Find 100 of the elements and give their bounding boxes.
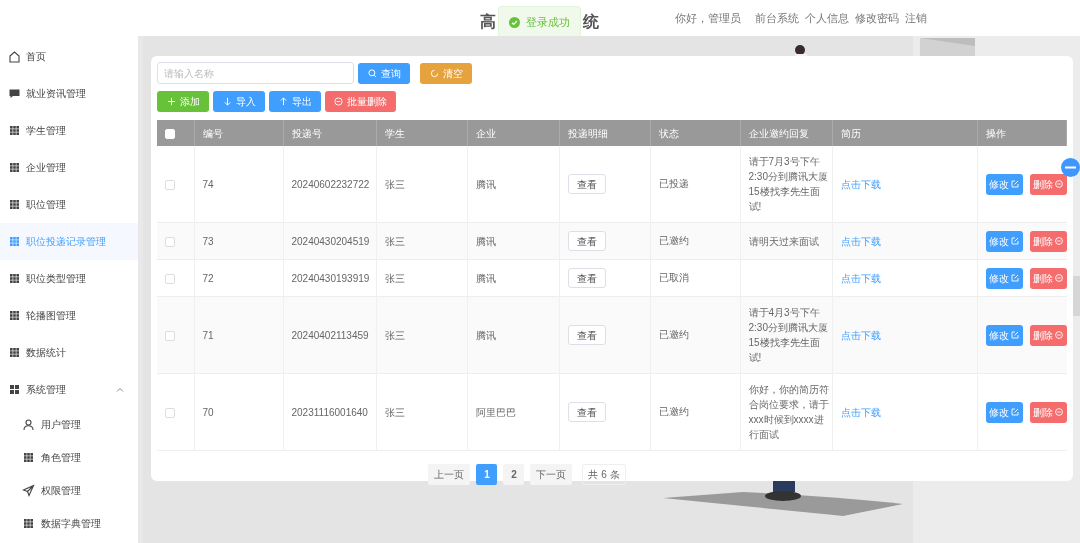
column-header: 状态 [658, 127, 679, 139]
checkbox[interactable] [165, 330, 175, 341]
page-button[interactable]: 2 [503, 464, 525, 485]
view-button[interactable]: 查看 [567, 231, 606, 251]
search-field[interactable]: 请输入名称 [157, 62, 354, 84]
nav-link[interactable]: 个人信息 [805, 10, 849, 27]
chat-icon [8, 87, 21, 100]
table-cell: 张三 [384, 272, 405, 284]
nav-link[interactable]: 前台系统 [755, 10, 799, 27]
search-button[interactable]: 查询 [358, 62, 410, 84]
reply-text: 已邀约 [658, 235, 689, 246]
next-page-button[interactable]: 下一页 [530, 464, 573, 485]
sidebar-item[interactable]: 职位管理 [0, 186, 138, 223]
checkbox[interactable] [165, 236, 175, 247]
minus-circle-icon [1055, 180, 1063, 188]
minus-circle-icon [1055, 331, 1063, 339]
edit-icon [1011, 180, 1019, 188]
total-count: 共 6 条 [582, 464, 626, 485]
reply-text: 已投递 [658, 178, 689, 189]
download-link[interactable]: 点击下载 [840, 272, 881, 284]
arrow-up-icon [278, 97, 288, 106]
checkbox[interactable] [165, 273, 175, 284]
nav-link[interactable]: 注销 [905, 10, 927, 27]
sidebar-subitem[interactable]: 用户管理 [0, 408, 138, 441]
grid-icon [8, 309, 21, 322]
view-button[interactable]: 查看 [567, 174, 606, 194]
table-cell: 请于7月3号下午2:30分到腾讯大厦15楼找李先生面试! [748, 156, 828, 212]
grid-icon [8, 124, 21, 137]
checkbox[interactable] [165, 407, 175, 418]
edit-button[interactable]: 修改 [985, 324, 1023, 346]
side-widget-icon[interactable] [1061, 158, 1080, 177]
view-button[interactable]: 查看 [567, 268, 606, 288]
app-title: 统 [583, 12, 599, 32]
download-link[interactable]: 点击下载 [840, 235, 881, 247]
sidebar-item[interactable]: 轮播图管理 [0, 297, 138, 334]
table-cell: 20240602232722 [291, 178, 370, 190]
batch-delete-button[interactable]: 批量删除 [325, 91, 396, 112]
checkbox[interactable] [165, 179, 175, 190]
sidebar-item[interactable]: 职位类型管理 [0, 260, 138, 297]
page-button[interactable]: 1 [476, 464, 498, 485]
sidebar-subitem[interactable]: 角色管理 [0, 441, 138, 474]
table-cell: 腾讯 [475, 235, 496, 247]
delete-button[interactable]: 删除 [1029, 267, 1067, 289]
plus-icon [166, 97, 176, 106]
table-cell: 72 [202, 272, 214, 284]
column-header: 投递明细 [567, 127, 608, 139]
table-cell: 20240430193919 [291, 272, 370, 284]
paper-plane-icon [22, 484, 35, 497]
sidebar-item[interactable]: 学生管理 [0, 112, 138, 149]
sidebar-item[interactable]: 系统管理 [0, 371, 138, 408]
edit-icon [1011, 408, 1019, 416]
success-toast: 登录成功 [498, 6, 581, 38]
edit-button[interactable]: 修改 [985, 267, 1023, 289]
sidebar-subitem[interactable]: 权限管理 [0, 474, 138, 507]
table-cell: 20240430204519 [291, 235, 370, 247]
table-cell: 74 [202, 178, 214, 190]
delete-button[interactable]: 删除 [1029, 401, 1067, 423]
download-link[interactable]: 点击下载 [840, 178, 881, 190]
greeting-text: 你好，管理员 [675, 11, 741, 26]
table-cell: 张三 [384, 178, 405, 190]
sidebar-item[interactable]: 首页 [0, 38, 138, 75]
grid-icon [8, 272, 21, 285]
sidebar-item[interactable]: 企业管理 [0, 149, 138, 186]
edit-button[interactable]: 修改 [985, 401, 1023, 423]
table-cell: 张三 [384, 329, 405, 341]
table-cell: 70 [202, 406, 214, 418]
sidebar-item[interactable]: 数据统计 [0, 334, 138, 371]
export-button[interactable]: 导出 [269, 91, 321, 112]
minus-circle-icon [334, 97, 343, 106]
column-header: 编号 [202, 127, 223, 139]
column-header: 投递号 [291, 127, 322, 139]
table-cell: 腾讯 [475, 329, 496, 341]
view-button[interactable]: 查看 [567, 325, 606, 345]
view-button[interactable]: 查看 [567, 402, 606, 422]
edit-button[interactable]: 修改 [985, 230, 1023, 252]
sidebar-item[interactable]: 职位投递记录管理 [0, 223, 138, 260]
edit-button[interactable]: 修改 [985, 173, 1023, 195]
nav-link[interactable]: 修改密码 [855, 10, 899, 27]
app-title: 高 [480, 12, 496, 32]
delete-button[interactable]: 删除 [1029, 230, 1067, 252]
column-header: 简历 [840, 127, 861, 139]
sidebar-subitem[interactable]: 数据字典管理 [0, 507, 138, 540]
download-link[interactable]: 点击下载 [840, 329, 881, 341]
table-cell: 请于4月3号下午2:30分到腾讯大厦15楼找李先生面试! [748, 307, 828, 363]
table-cell: 71 [202, 329, 214, 341]
table-cell: 20231116001640 [291, 406, 368, 418]
delete-button[interactable]: 删除 [1029, 324, 1067, 346]
search-icon [367, 68, 377, 78]
prev-page-button[interactable]: 上一页 [428, 464, 471, 485]
grid-icon [22, 517, 35, 530]
table-cell: 张三 [384, 406, 405, 418]
table-cell: 张三 [384, 235, 405, 247]
check-circle-icon [509, 16, 520, 28]
download-link[interactable]: 点击下载 [840, 406, 881, 418]
import-button[interactable]: 导入 [213, 91, 265, 112]
table-cell: 腾讯 [475, 178, 496, 190]
edit-icon [1011, 331, 1019, 339]
delete-button[interactable]: 删除 [1029, 173, 1067, 195]
column-header: 操作 [985, 127, 1006, 139]
sidebar-item[interactable]: 就业资讯管理 [0, 75, 138, 112]
